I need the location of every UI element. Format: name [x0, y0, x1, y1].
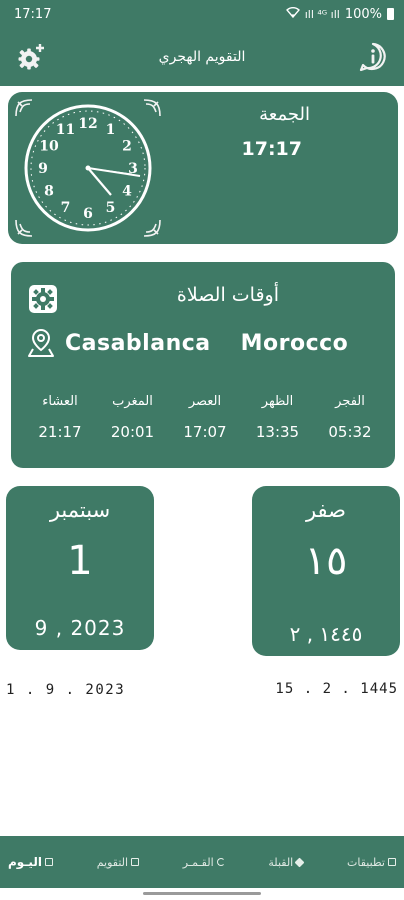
prayer-time: 13:35	[255, 423, 300, 441]
gregorian-month: سبتمبر	[49, 498, 111, 522]
wifi-icon	[285, 7, 300, 21]
hour-hand	[87, 167, 112, 196]
prayer-time: 17:07	[183, 423, 227, 441]
nav-label: اليـوم	[8, 855, 42, 869]
clock-number: 7	[61, 200, 71, 216]
country-name: Morocco	[240, 330, 349, 356]
home-indicator[interactable]	[143, 892, 261, 895]
nav-today[interactable]: اليـوم	[8, 855, 53, 869]
prayer-times-card: أوقات الصلاة Casablanca Morocco العشاء 2…	[11, 262, 395, 468]
prayer-isha: العشاء 21:17	[25, 394, 95, 441]
nav-calendar[interactable]: التقويم	[96, 855, 140, 869]
prayer-name: المغرب	[112, 394, 153, 409]
nav-label: التقويم	[96, 855, 129, 869]
prayer-time: 20:01	[110, 423, 155, 441]
clock-number: 2	[122, 139, 132, 155]
clock-card: 12 1 2 3 4 5 6 7 8 9 10 11 الجمعة 17:17	[8, 92, 398, 244]
nav-moon[interactable]: القـمـر	[183, 856, 225, 869]
prayer-time: 05:32	[328, 423, 372, 441]
bottom-nav: اليـوم التقويم القـمـر القبلة تطبيقات	[0, 836, 404, 888]
clock-number: 12	[78, 116, 97, 132]
hijri-day: ١٥	[304, 538, 348, 584]
hijri-month-year: ١٤٤٥ , ٢	[289, 622, 363, 646]
moon-icon	[216, 858, 225, 866]
gregorian-date-card[interactable]: سبتمبر 1 9 , 2023	[6, 486, 154, 650]
city-name: Casablanca	[65, 330, 211, 356]
clock-number: 6	[83, 206, 93, 222]
prayer-name: العشاء	[42, 394, 78, 409]
status-icons: ıll ⁴ᴳ ıll 100%	[285, 6, 394, 22]
status-time: 17:17	[14, 6, 52, 22]
gregorian-month-year: 9 , 2023	[34, 616, 126, 640]
compass-icon	[294, 857, 305, 867]
status-bar: 17:17 ıll ⁴ᴳ ıll 100%	[0, 0, 404, 28]
prayer-name: الظهر	[261, 394, 294, 409]
settings-button[interactable]	[14, 40, 48, 74]
nav-label: تطبيقات	[347, 855, 385, 869]
location-row[interactable]: Casablanca Morocco	[27, 328, 348, 358]
prayer-name: العصر	[188, 394, 222, 409]
app-title: التقويم الهجري	[158, 49, 246, 65]
prayer-fajr: الفجر 05:32	[315, 394, 385, 441]
battery-icon	[387, 8, 394, 20]
battery-level: 100%	[344, 6, 382, 22]
nav-label: القـمـر	[182, 855, 214, 869]
prayer-maghrib: المغرب 20:01	[98, 394, 168, 441]
analog-clock: 12 1234567891011	[15, 99, 161, 237]
prayer-name: الفجر	[335, 394, 365, 409]
calendar-icon	[44, 858, 53, 866]
info-button[interactable]	[356, 40, 390, 74]
apps-icon	[388, 858, 396, 866]
location-pin-icon	[28, 328, 54, 357]
hijri-month: صفر	[305, 498, 347, 522]
calendar-icon	[131, 858, 140, 866]
clock-number: 8	[44, 184, 54, 200]
prayer-asr: العصر 17:07	[170, 394, 240, 441]
prayer-times-grid: العشاء 21:17 المغرب 20:01 العصر 17:07 ال…	[25, 394, 385, 441]
clock-number: 4	[122, 184, 132, 200]
nav-label: القبلة	[268, 855, 294, 869]
hijri-date-card[interactable]: صفر ١٥ ١٤٤٥ , ٢	[252, 486, 400, 656]
day-name: الجمعة	[259, 104, 310, 125]
digital-time: 17:17	[241, 138, 302, 160]
info-icon	[359, 42, 386, 72]
clock-number: 10	[39, 139, 59, 155]
hijri-date-line: 15 . 2 . 1445	[275, 681, 398, 697]
gregorian-date-line: 1 . 9 . 2023	[6, 682, 126, 698]
clock-number: 1	[106, 122, 116, 138]
prayer-time: 21:17	[38, 423, 82, 441]
gregorian-day: 1	[67, 538, 93, 584]
gear-plus-icon	[18, 44, 44, 70]
nav-qibla[interactable]: القبلة	[268, 855, 305, 869]
app-bar: التقويم الهجري	[0, 28, 404, 86]
prayer-dhuhr: الظهر 13:35	[243, 394, 313, 441]
second-hand	[87, 167, 133, 175]
signal-icon: ıll ⁴ᴳ ıll	[304, 7, 340, 21]
nav-apps[interactable]: تطبيقات	[347, 856, 396, 869]
prayer-times-title: أوقات الصلاة	[176, 284, 279, 306]
clock-number: 11	[56, 122, 75, 138]
clock-number: 5	[106, 200, 116, 216]
clock-number: 9	[38, 161, 48, 177]
